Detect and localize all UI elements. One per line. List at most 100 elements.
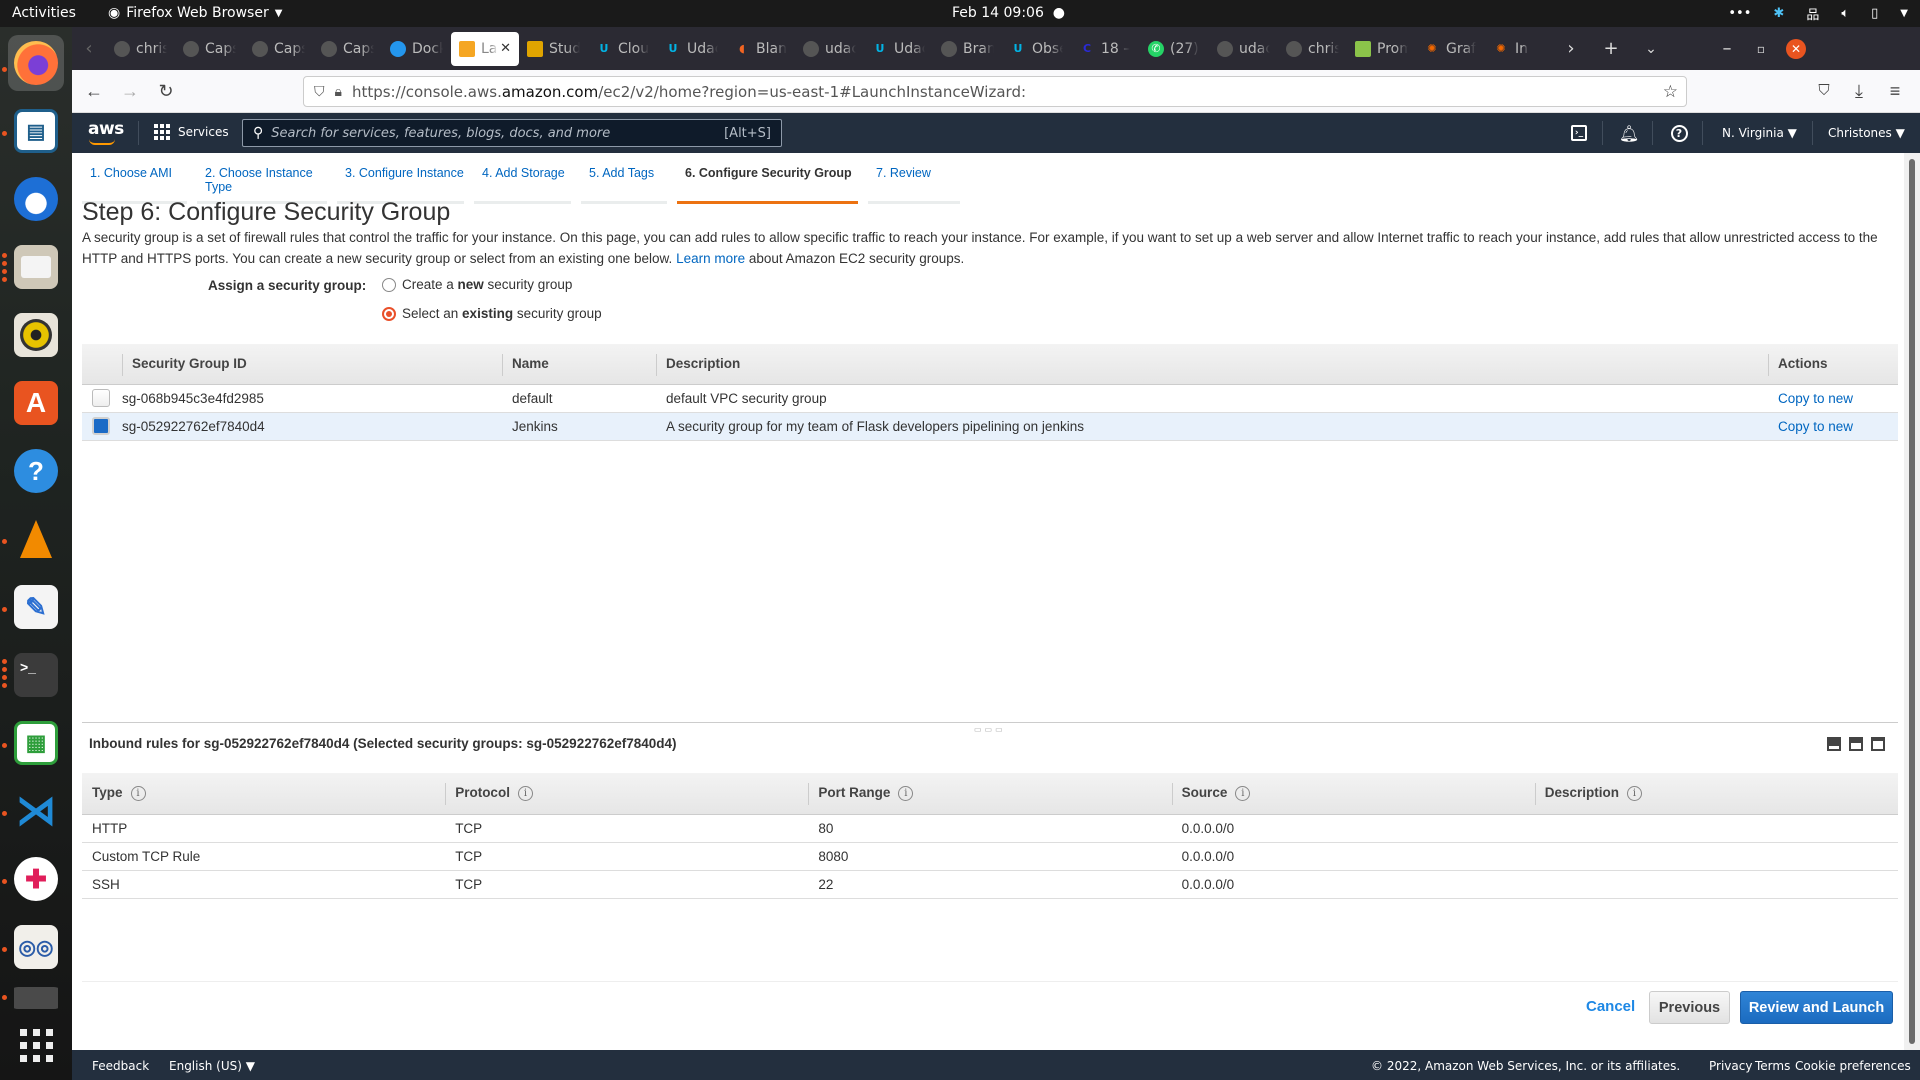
row-checkbox[interactable] bbox=[92, 417, 110, 435]
learn-more-link[interactable]: Learn more bbox=[676, 251, 745, 266]
network-icon[interactable]: 品 bbox=[1806, 4, 1819, 23]
pane-maximize-icon[interactable] bbox=[1871, 737, 1885, 751]
column-header-description[interactable]: Description bbox=[656, 344, 1768, 385]
notifications-button[interactable]: 🔔︎ bbox=[1618, 122, 1640, 144]
browser-tab[interactable]: udac bbox=[1209, 32, 1278, 66]
browser-tab[interactable]: U Udac bbox=[657, 32, 726, 66]
browser-tab[interactable]: ✺ Graf bbox=[1416, 32, 1485, 66]
scroll-tabs-left-button[interactable]: ‹ bbox=[72, 38, 106, 59]
dock-libreoffice-calc[interactable]: ▦ bbox=[8, 715, 64, 771]
radio-select-existing-sg[interactable]: Select an existing security group bbox=[382, 306, 602, 321]
browser-tab[interactable]: U Udac bbox=[864, 32, 933, 66]
reload-button[interactable]: ↻ bbox=[154, 79, 178, 103]
browser-tab[interactable]: ✆ (27) bbox=[1140, 32, 1209, 66]
copy-to-new-link[interactable]: Copy to new bbox=[1778, 391, 1853, 406]
menu-icon[interactable]: ≡ bbox=[1883, 79, 1907, 103]
browser-tab[interactable]: Caps bbox=[313, 32, 382, 66]
review-and-launch-button[interactable]: Review and Launch bbox=[1740, 991, 1893, 1024]
browser-tab[interactable]: Prom bbox=[1347, 32, 1416, 66]
battery-icon[interactable]: ▯ bbox=[1871, 6, 1878, 21]
back-button[interactable]: ← bbox=[82, 79, 106, 103]
accessibility-icon[interactable]: ✱ bbox=[1773, 6, 1784, 21]
table-row[interactable]: sg-052922762ef7840d4 Jenkins A security gr… bbox=[82, 412, 1898, 441]
scroll-tabs-right-button[interactable]: › bbox=[1554, 38, 1588, 59]
column-header-sg-id[interactable]: Security Group ID bbox=[122, 344, 502, 385]
dock-thunderbird[interactable] bbox=[8, 171, 64, 227]
aws-search-input[interactable]: ⚲ Search for services, features, blogs, … bbox=[242, 119, 782, 147]
radio-button[interactable] bbox=[382, 306, 396, 321]
minimize-button[interactable]: – bbox=[1710, 38, 1744, 59]
row-checkbox[interactable] bbox=[92, 389, 110, 407]
account-menu[interactable]: Christones ▼ bbox=[1828, 126, 1905, 140]
region-selector[interactable]: N. Virginia ▼ bbox=[1722, 126, 1797, 140]
info-icon[interactable]: i bbox=[130, 786, 146, 802]
resize-grip-icon[interactable]: ▭▭▭ bbox=[974, 725, 1006, 734]
bookmark-star-icon[interactable]: ☆ bbox=[1663, 82, 1678, 102]
browser-tab[interactable]: ✺ In bbox=[1485, 32, 1554, 66]
table-row[interactable]: sg-068b945c3e4fd2985 default default VPC s… bbox=[82, 384, 1898, 413]
system-tray[interactable]: ••• ✱ 品 🔈︎ ▯ ▼ bbox=[1728, 4, 1908, 23]
maximize-button[interactable]: ▫ bbox=[1744, 42, 1778, 56]
dock-software-center[interactable]: A bbox=[8, 375, 64, 431]
dock-libreoffice-impress[interactable]: ▤ bbox=[8, 103, 64, 159]
app-menu[interactable]: ◉ Firefox Web Browser ▼ bbox=[108, 5, 282, 21]
previous-button[interactable]: Previous bbox=[1649, 991, 1730, 1024]
activities-button[interactable]: Activities bbox=[12, 5, 76, 21]
cookie-preferences-link[interactable]: Cookie preferences bbox=[1795, 1059, 1911, 1073]
wizard-step-4[interactable]: 4. Add Storage bbox=[474, 161, 571, 204]
dock-slack[interactable]: ✚ bbox=[8, 851, 64, 907]
browser-tab[interactable]: udac bbox=[795, 32, 864, 66]
browser-tab[interactable]: Dock bbox=[382, 32, 451, 66]
privacy-link[interactable]: Privacy bbox=[1709, 1059, 1752, 1073]
shield-icon[interactable]: ⛉ bbox=[314, 84, 325, 100]
dock-screenshot[interactable] bbox=[8, 987, 64, 1009]
wizard-step-5[interactable]: 5. Add Tags bbox=[581, 161, 667, 204]
aws-logo[interactable]: aws bbox=[88, 119, 124, 145]
browser-tab[interactable]: chris bbox=[106, 32, 175, 66]
feedback-link[interactable]: Feedback bbox=[92, 1059, 149, 1073]
downloads-icon[interactable]: ⤓ bbox=[1847, 79, 1871, 103]
browser-tab[interactable]: Caps bbox=[175, 32, 244, 66]
dock-terminal[interactable]: >_ bbox=[8, 647, 64, 703]
info-icon[interactable]: i bbox=[898, 786, 914, 802]
radio-button[interactable] bbox=[382, 277, 396, 292]
copy-to-new-link[interactable]: Copy to new bbox=[1778, 419, 1853, 434]
scrollbar-thumb[interactable] bbox=[1909, 159, 1915, 1044]
dock-text-editor[interactable]: ✎ bbox=[8, 579, 64, 635]
browser-tab[interactable]: Caps bbox=[244, 32, 313, 66]
dock-firefox[interactable] bbox=[8, 35, 64, 91]
browser-tab[interactable]: U Obse bbox=[1002, 32, 1071, 66]
lock-icon[interactable]: 🔒︎ bbox=[335, 84, 342, 100]
services-menu-button[interactable]: Services bbox=[154, 124, 229, 140]
language-selector[interactable]: English (US) ▼ bbox=[169, 1059, 255, 1073]
cancel-button[interactable]: Cancel bbox=[1586, 998, 1635, 1015]
show-applications-button[interactable] bbox=[8, 1017, 64, 1073]
pocket-icon[interactable]: ⛉ bbox=[1812, 79, 1836, 103]
dock-document-viewer[interactable]: ◎◎ bbox=[8, 919, 64, 975]
close-tab-icon[interactable]: ✕ bbox=[500, 41, 511, 56]
radio-create-new-sg[interactable]: Create a new security group bbox=[382, 277, 572, 292]
list-all-tabs-button[interactable]: ⌄ bbox=[1634, 41, 1668, 57]
url-bar[interactable]: ⛉ 🔒︎ https://console.aws.amazon.com/ec2/… bbox=[303, 76, 1687, 107]
new-tab-button[interactable]: + bbox=[1594, 38, 1628, 59]
browser-tab[interactable]: Bran bbox=[933, 32, 1002, 66]
browser-tab[interactable]: C 18 – bbox=[1071, 32, 1140, 66]
browser-tab[interactable]: chris bbox=[1278, 32, 1347, 66]
volume-icon[interactable]: 🔈︎ bbox=[1841, 6, 1849, 21]
dock-vscode[interactable]: ⋊ bbox=[8, 783, 64, 839]
browser-tab[interactable]: U Clou bbox=[588, 32, 657, 66]
forward-button[interactable]: → bbox=[118, 79, 142, 103]
pane-splitter[interactable] bbox=[82, 722, 1898, 723]
pane-half-icon[interactable] bbox=[1849, 737, 1863, 751]
dock-vlc[interactable] bbox=[8, 511, 64, 567]
wizard-step-6[interactable]: 6. Configure Security Group bbox=[677, 161, 858, 204]
wizard-step-7[interactable]: 7. Review bbox=[868, 161, 960, 204]
browser-tab[interactable]: Stud bbox=[519, 32, 588, 66]
dock-rhythmbox[interactable] bbox=[8, 307, 64, 363]
pane-minimize-icon[interactable] bbox=[1827, 737, 1841, 751]
more-icon[interactable]: ••• bbox=[1728, 6, 1751, 21]
chevron-down-icon[interactable]: ▼ bbox=[1900, 8, 1908, 19]
info-icon[interactable]: i bbox=[517, 786, 533, 802]
terms-link[interactable]: Terms bbox=[1755, 1059, 1790, 1073]
cloudshell-button[interactable]: ›_ bbox=[1568, 122, 1590, 144]
